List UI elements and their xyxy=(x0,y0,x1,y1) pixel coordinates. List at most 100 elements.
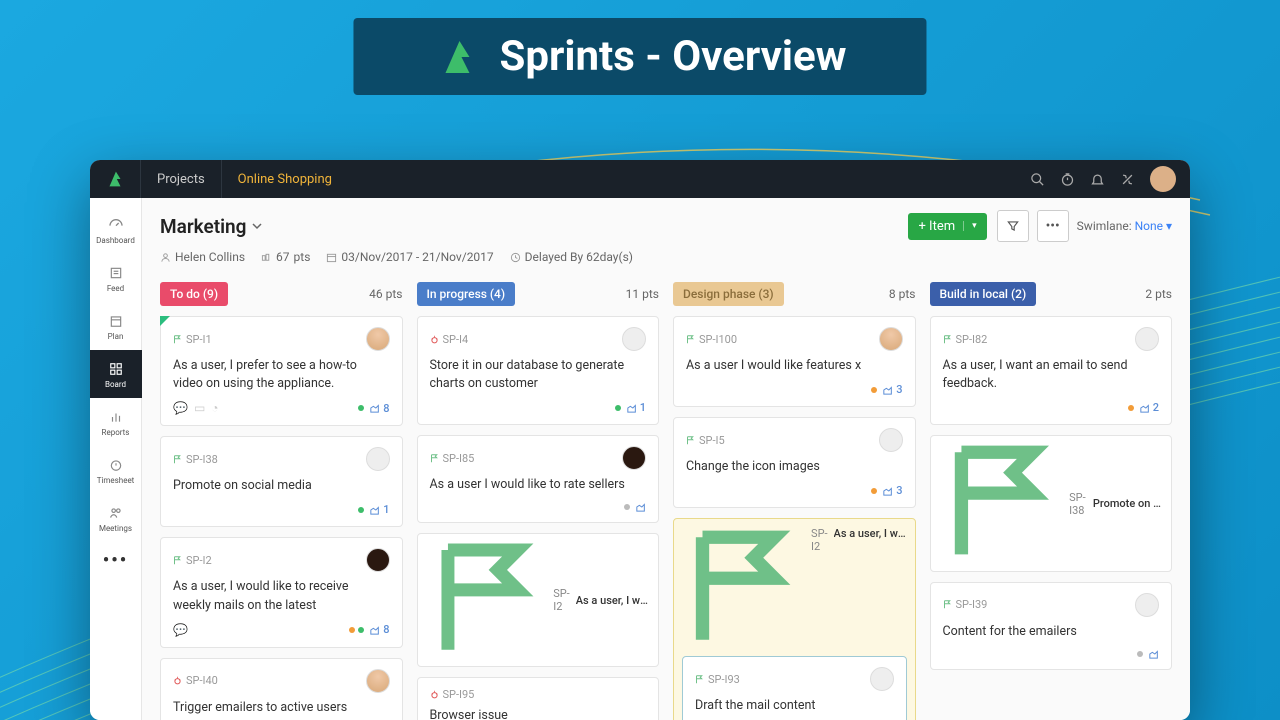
sprint-dates: 03/Nov/2017 - 21/Nov/2017 xyxy=(326,250,493,264)
column-header[interactable]: Build in local (2) xyxy=(930,282,1037,306)
nav-dashboard[interactable]: Dashboard xyxy=(90,206,142,254)
assignee-avatar[interactable] xyxy=(366,669,390,693)
column-header[interactable]: In progress (4) xyxy=(417,282,516,306)
kanban-card[interactable]: SP-I100 As a user I would like features … xyxy=(673,316,916,407)
sprint-selector[interactable]: Marketing xyxy=(160,215,262,238)
card-title: Promote on social media xyxy=(173,477,390,495)
kanban-card[interactable]: SP-I85 As a user I would like to rate se… xyxy=(417,435,660,523)
card-points: 8 xyxy=(370,623,389,636)
breadcrumb-project[interactable]: Online Shopping xyxy=(221,160,348,198)
nav-reports[interactable]: Reports xyxy=(90,398,142,446)
user-avatar[interactable] xyxy=(1150,166,1176,192)
board-column: Design phase (3)8 pts SP-I100 As a user … xyxy=(673,282,916,720)
more-options-button[interactable]: ••• xyxy=(1037,210,1069,242)
nav-projects[interactable]: Projects xyxy=(140,160,221,198)
story-group[interactable]: SP-I2As a user, I would like to r... SP-… xyxy=(673,518,916,720)
assignee-avatar[interactable] xyxy=(366,447,390,471)
column-points: 11 pts xyxy=(626,287,659,301)
assignee-avatar[interactable] xyxy=(879,428,903,452)
notifications-icon[interactable] xyxy=(1082,164,1112,194)
nav-meetings[interactable]: Meetings xyxy=(90,494,142,542)
card-title: Content for the emailers xyxy=(943,623,1160,641)
assignee-avatar[interactable] xyxy=(366,327,390,351)
kanban-card[interactable]: SP-I38 Promote on social media1 xyxy=(160,436,403,527)
filter-button[interactable] xyxy=(997,210,1029,242)
card-points xyxy=(1149,649,1159,659)
card-points: 2 xyxy=(1140,401,1159,414)
kanban-card[interactable]: SP-I4 Store it in our database to genera… xyxy=(417,316,660,425)
nav-feed[interactable]: Feed xyxy=(90,254,142,302)
feed-icon xyxy=(107,264,125,282)
kanban-card[interactable]: SP-I93 Draft the mail content☟2 xyxy=(682,656,907,720)
assignee-avatar[interactable] xyxy=(1135,593,1159,617)
story-header[interactable]: SP-I2As a user, I would like to r... xyxy=(417,533,660,667)
kanban-card[interactable]: SP-I5 Change the icon images3 xyxy=(673,417,916,508)
card-points xyxy=(636,502,646,512)
add-item-button[interactable]: + Item▾ xyxy=(908,213,986,240)
nav-board[interactable]: Board xyxy=(90,350,142,398)
timer-icon[interactable] xyxy=(1052,164,1082,194)
card-points: 3 xyxy=(883,383,902,396)
card-title: As a user I would like to rate sellers xyxy=(430,476,647,494)
user-icon xyxy=(160,252,171,263)
card-id: SP-I40 xyxy=(173,674,218,687)
left-nav: Dashboard Feed Plan Board Reports Timesh… xyxy=(90,198,142,720)
board-column: Build in local (2)2 pts SP-I82 As a user… xyxy=(930,282,1173,720)
app-window: Projects Online Shopping Dashboard Feed … xyxy=(90,160,1190,720)
card-id: SP-I93 xyxy=(695,673,740,686)
card-title: As a user, I prefer to see a how-to vide… xyxy=(173,357,390,393)
card-id: SP-I1 xyxy=(173,333,212,346)
nav-timesheet[interactable]: Timesheet xyxy=(90,446,142,494)
kanban-card[interactable]: SP-I82 As a user, I want an email to sen… xyxy=(930,316,1173,425)
gauge-icon xyxy=(107,216,125,234)
board-content: Marketing + Item▾ ••• Swimlane: None ▾ H… xyxy=(142,198,1190,720)
add-item-dropdown[interactable]: ▾ xyxy=(963,221,977,231)
board-icon xyxy=(107,360,125,378)
points-icon xyxy=(261,252,272,263)
assignee-avatar[interactable] xyxy=(622,327,646,351)
assignee-avatar[interactable] xyxy=(870,667,894,691)
card-id: SP-I39 xyxy=(943,598,988,611)
nav-plan[interactable]: Plan xyxy=(90,302,142,350)
assignee-avatar[interactable] xyxy=(622,446,646,470)
assignee-avatar[interactable] xyxy=(879,327,903,351)
card-title: Store it in our database to generate cha… xyxy=(430,357,647,393)
swimlane-selector[interactable]: Swimlane: None ▾ xyxy=(1077,219,1172,233)
kanban-board: To do (9)46 pts SP-I1 As a user, I prefe… xyxy=(160,282,1172,720)
card-title: As a user I would like features x xyxy=(686,357,903,375)
kanban-card[interactable]: SP-I40 Trigger emailers to active users xyxy=(160,658,403,720)
topbar: Projects Online Shopping xyxy=(90,160,1190,198)
story-header[interactable]: SP-I38Promote on social media xyxy=(930,435,1173,572)
comment-icon: 💬 xyxy=(173,623,188,637)
kanban-card[interactable]: SP-I1 As a user, I prefer to see a how-t… xyxy=(160,316,403,426)
card-title: Browser issue xyxy=(430,707,647,720)
reports-icon xyxy=(107,408,125,426)
card-title: Trigger emailers to active users xyxy=(173,699,390,717)
page-banner: Sprints - Overview xyxy=(353,18,926,95)
card-title: Draft the mail content xyxy=(695,697,894,715)
nav-more[interactable]: ••• xyxy=(103,550,128,571)
search-icon[interactable] xyxy=(1022,164,1052,194)
banner-title: Sprints - Overview xyxy=(499,32,846,81)
kanban-card[interactable]: SP-I39 Content for the emailers xyxy=(930,582,1173,670)
card-points: 8 xyxy=(370,402,389,415)
assignee-avatar[interactable] xyxy=(366,548,390,572)
card-title: As a user, I want an email to send feedb… xyxy=(943,357,1160,393)
task-icon: ▭ xyxy=(194,401,205,415)
card-id: SP-I82 xyxy=(943,333,988,346)
meetings-icon xyxy=(107,504,125,522)
board-column: In progress (4) 11 pts SP-I4 Store it in … xyxy=(417,282,660,720)
sprint-delay: Delayed By 62day(s) xyxy=(510,250,633,264)
card-id: SP-I85 xyxy=(430,452,475,465)
card-points: 3 xyxy=(883,484,902,497)
filter-icon xyxy=(1006,219,1020,233)
card-id: SP-I100 xyxy=(686,333,737,346)
card-points: 1 xyxy=(370,503,389,516)
kanban-card[interactable]: SP-I95 Browser issue5 xyxy=(417,677,660,720)
column-header[interactable]: Design phase (3) xyxy=(673,282,784,306)
settings-icon[interactable] xyxy=(1112,164,1142,194)
column-header[interactable]: To do (9) xyxy=(160,282,228,306)
assignee-avatar[interactable] xyxy=(1135,327,1159,351)
sprints-logo-icon xyxy=(433,33,481,81)
kanban-card[interactable]: SP-I2 As a user, I would like to receive… xyxy=(160,537,403,647)
